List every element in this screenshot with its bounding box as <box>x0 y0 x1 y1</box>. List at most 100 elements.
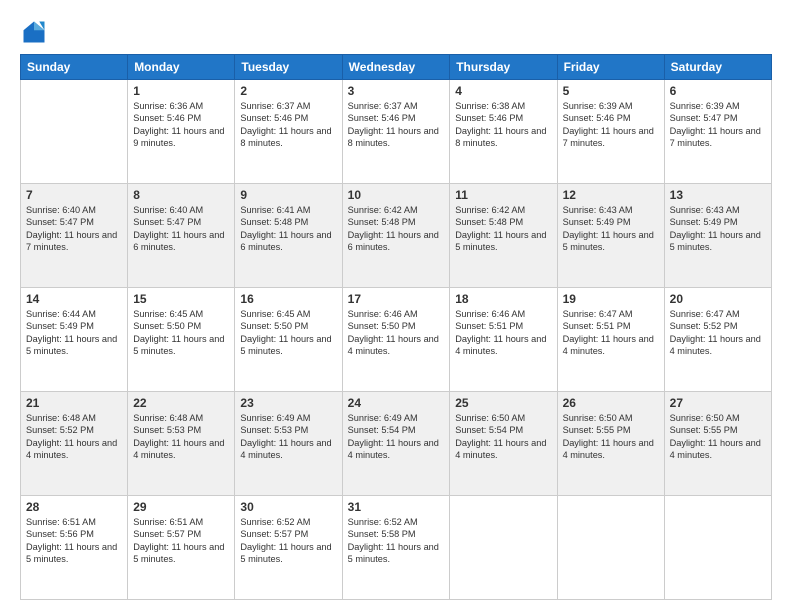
calendar-cell: 2Sunrise: 6:37 AM Sunset: 5:46 PM Daylig… <box>235 80 342 184</box>
calendar-cell: 14 Sunrise: 6:44 AM Sunset: 5:49 PM Dayli… <box>21 288 128 392</box>
day-number: 24 <box>348 396 445 410</box>
header <box>20 18 772 46</box>
day-info: Sunrise: 6:47 AM Sunset: 5:52 PM Dayligh… <box>670 308 766 358</box>
day-info: Sunrise: 6:36 AM Sunset: 5:46 PM Dayligh… <box>133 100 229 150</box>
day-number: 22 <box>133 396 229 410</box>
calendar-week-row: 7 Sunrise: 6:40 AM Sunset: 5:47 PM Daylig… <box>21 184 772 288</box>
calendar-cell: 23 Sunrise: 6:49 AM Sunset: 5:53 PM Dayli… <box>235 392 342 496</box>
day-number: 25 <box>455 396 551 410</box>
day-number: 26 <box>563 396 659 410</box>
calendar-cell: 28 Sunrise: 6:51 AM Sunset: 5:56 PM Dayli… <box>21 496 128 600</box>
calendar-cell: 30Sunrise: 6:52 AM Sunset: 5:57 PM Dayli… <box>235 496 342 600</box>
calendar-cell: 18 Sunrise: 6:46 AM Sunset: 5:51 PM Dayli… <box>450 288 557 392</box>
day-info: Sunrise: 6:37 AM Sunset: 5:46 PM Dayligh… <box>240 100 336 150</box>
day-number: 15 <box>133 292 229 306</box>
day-number: 12 <box>563 188 659 202</box>
day-number: 18 <box>455 292 551 306</box>
calendar-cell: 17 Sunrise: 6:46 AM Sunset: 5:50 PM Dayli… <box>342 288 450 392</box>
calendar-cell: 9 Sunrise: 6:41 AM Sunset: 5:48 PM Daylig… <box>235 184 342 288</box>
calendar-cell: 11 Sunrise: 6:42 AM Sunset: 5:48 PM Dayli… <box>450 184 557 288</box>
day-number: 29 <box>133 500 229 514</box>
day-number: 14 <box>26 292 122 306</box>
day-info: Sunrise: 6:43 AM Sunset: 5:49 PM Dayligh… <box>670 204 766 254</box>
weekday-header: Tuesday <box>235 55 342 80</box>
day-info: Sunrise: 6:48 AM Sunset: 5:52 PM Dayligh… <box>26 412 122 462</box>
day-number: 10 <box>348 188 445 202</box>
calendar-cell: 19Sunrise: 6:47 AM Sunset: 5:51 PM Dayli… <box>557 288 664 392</box>
day-number: 17 <box>348 292 445 306</box>
logo-icon <box>20 18 48 46</box>
calendar-header-row: SundayMondayTuesdayWednesdayThursdayFrid… <box>21 55 772 80</box>
day-info: Sunrise: 6:43 AM Sunset: 5:49 PM Dayligh… <box>563 204 659 254</box>
calendar-cell: 21 Sunrise: 6:48 AM Sunset: 5:52 PM Dayli… <box>21 392 128 496</box>
day-info: Sunrise: 6:50 AM Sunset: 5:54 PM Dayligh… <box>455 412 551 462</box>
calendar-cell <box>21 80 128 184</box>
calendar-cell <box>557 496 664 600</box>
day-number: 4 <box>455 84 551 98</box>
day-info: Sunrise: 6:52 AM Sunset: 5:57 PM Dayligh… <box>240 516 336 566</box>
weekday-header: Thursday <box>450 55 557 80</box>
day-info: Sunrise: 6:37 AM Sunset: 5:46 PM Dayligh… <box>348 100 445 150</box>
calendar-cell: 31Sunrise: 6:52 AM Sunset: 5:58 PM Dayli… <box>342 496 450 600</box>
calendar-cell: 27Sunrise: 6:50 AM Sunset: 5:55 PM Dayli… <box>664 392 771 496</box>
day-info: Sunrise: 6:50 AM Sunset: 5:55 PM Dayligh… <box>563 412 659 462</box>
calendar-week-row: 14 Sunrise: 6:44 AM Sunset: 5:49 PM Dayli… <box>21 288 772 392</box>
calendar-cell: 15 Sunrise: 6:45 AM Sunset: 5:50 PM Dayli… <box>128 288 235 392</box>
day-info: Sunrise: 6:45 AM Sunset: 5:50 PM Dayligh… <box>240 308 336 358</box>
day-info: Sunrise: 6:46 AM Sunset: 5:51 PM Dayligh… <box>455 308 551 358</box>
day-info: Sunrise: 6:49 AM Sunset: 5:53 PM Dayligh… <box>240 412 336 462</box>
day-info: Sunrise: 6:51 AM Sunset: 5:57 PM Dayligh… <box>133 516 229 566</box>
calendar-cell: 5 Sunrise: 6:39 AM Sunset: 5:46 PM Daylig… <box>557 80 664 184</box>
day-info: Sunrise: 6:49 AM Sunset: 5:54 PM Dayligh… <box>348 412 445 462</box>
day-number: 19 <box>563 292 659 306</box>
day-info: Sunrise: 6:41 AM Sunset: 5:48 PM Dayligh… <box>240 204 336 254</box>
weekday-header: Monday <box>128 55 235 80</box>
day-number: 21 <box>26 396 122 410</box>
day-info: Sunrise: 6:45 AM Sunset: 5:50 PM Dayligh… <box>133 308 229 358</box>
calendar-cell: 8 Sunrise: 6:40 AM Sunset: 5:47 PM Daylig… <box>128 184 235 288</box>
day-info: Sunrise: 6:52 AM Sunset: 5:58 PM Dayligh… <box>348 516 445 566</box>
weekday-header: Sunday <box>21 55 128 80</box>
calendar-cell: 1 Sunrise: 6:36 AM Sunset: 5:46 PM Daylig… <box>128 80 235 184</box>
calendar-cell: 24 Sunrise: 6:49 AM Sunset: 5:54 PM Dayli… <box>342 392 450 496</box>
day-number: 1 <box>133 84 229 98</box>
day-info: Sunrise: 6:40 AM Sunset: 5:47 PM Dayligh… <box>26 204 122 254</box>
day-number: 20 <box>670 292 766 306</box>
day-number: 28 <box>26 500 122 514</box>
calendar-week-row: 28 Sunrise: 6:51 AM Sunset: 5:56 PM Dayli… <box>21 496 772 600</box>
day-number: 9 <box>240 188 336 202</box>
day-number: 8 <box>133 188 229 202</box>
day-info: Sunrise: 6:42 AM Sunset: 5:48 PM Dayligh… <box>455 204 551 254</box>
day-info: Sunrise: 6:48 AM Sunset: 5:53 PM Dayligh… <box>133 412 229 462</box>
day-number: 13 <box>670 188 766 202</box>
calendar-cell: 22 Sunrise: 6:48 AM Sunset: 5:53 PM Dayli… <box>128 392 235 496</box>
day-number: 7 <box>26 188 122 202</box>
day-info: Sunrise: 6:39 AM Sunset: 5:47 PM Dayligh… <box>670 100 766 150</box>
calendar-cell: 16 Sunrise: 6:45 AM Sunset: 5:50 PM Dayli… <box>235 288 342 392</box>
calendar-cell: 20 Sunrise: 6:47 AM Sunset: 5:52 PM Dayli… <box>664 288 771 392</box>
day-info: Sunrise: 6:50 AM Sunset: 5:55 PM Dayligh… <box>670 412 766 462</box>
calendar-cell: 25 Sunrise: 6:50 AM Sunset: 5:54 PM Dayli… <box>450 392 557 496</box>
calendar-cell <box>450 496 557 600</box>
day-info: Sunrise: 6:46 AM Sunset: 5:50 PM Dayligh… <box>348 308 445 358</box>
day-info: Sunrise: 6:42 AM Sunset: 5:48 PM Dayligh… <box>348 204 445 254</box>
day-info: Sunrise: 6:39 AM Sunset: 5:46 PM Dayligh… <box>563 100 659 150</box>
day-number: 11 <box>455 188 551 202</box>
page: SundayMondayTuesdayWednesdayThursdayFrid… <box>0 0 792 612</box>
day-number: 23 <box>240 396 336 410</box>
weekday-header: Friday <box>557 55 664 80</box>
day-number: 5 <box>563 84 659 98</box>
calendar-cell: 7 Sunrise: 6:40 AM Sunset: 5:47 PM Daylig… <box>21 184 128 288</box>
day-number: 16 <box>240 292 336 306</box>
day-info: Sunrise: 6:51 AM Sunset: 5:56 PM Dayligh… <box>26 516 122 566</box>
calendar-cell: 13 Sunrise: 6:43 AM Sunset: 5:49 PM Dayli… <box>664 184 771 288</box>
weekday-header: Wednesday <box>342 55 450 80</box>
calendar-cell <box>664 496 771 600</box>
logo <box>20 18 52 46</box>
day-number: 6 <box>670 84 766 98</box>
calendar-cell: 29 Sunrise: 6:51 AM Sunset: 5:57 PM Dayli… <box>128 496 235 600</box>
calendar-cell: 12 Sunrise: 6:43 AM Sunset: 5:49 PM Dayli… <box>557 184 664 288</box>
day-info: Sunrise: 6:40 AM Sunset: 5:47 PM Dayligh… <box>133 204 229 254</box>
calendar-cell: 6 Sunrise: 6:39 AM Sunset: 5:47 PM Daylig… <box>664 80 771 184</box>
day-info: Sunrise: 6:44 AM Sunset: 5:49 PM Dayligh… <box>26 308 122 358</box>
